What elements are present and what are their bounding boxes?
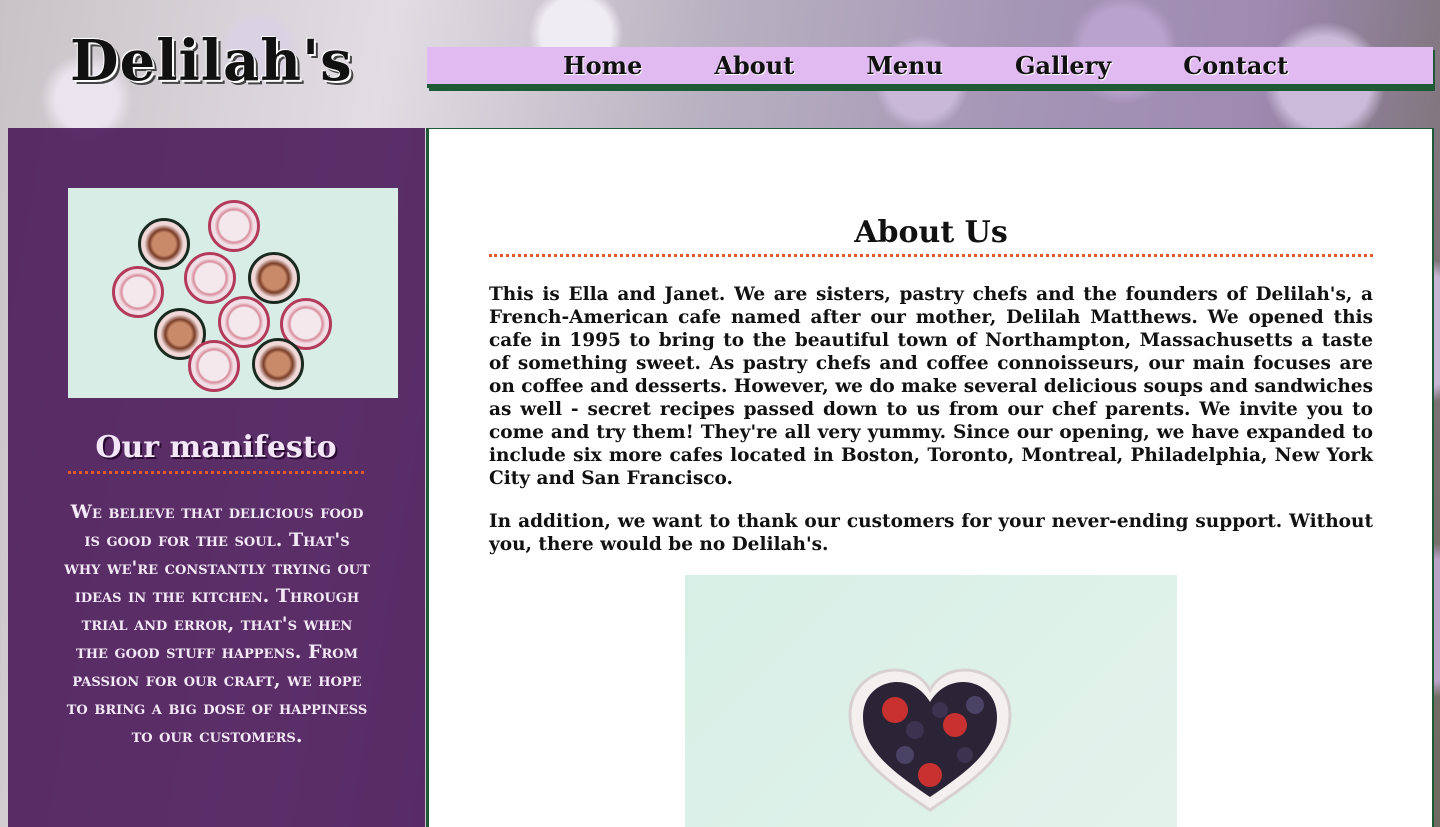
site-logo-title[interactable]: Delilah's — [70, 28, 353, 94]
berries-heart-photo — [685, 575, 1177, 827]
sidebar: Our manifesto We believe that delicious … — [8, 128, 425, 827]
nav-item-contact[interactable]: Contact — [1183, 51, 1288, 80]
heart-bowl-image — [848, 668, 1012, 812]
main-content: About Us This is Ella and Janet. We are … — [426, 128, 1434, 827]
about-paragraph-1: This is Ella and Janet. We are sisters, … — [489, 284, 1373, 489]
cupcakes-photo — [68, 188, 398, 398]
about-paragraph-2: In addition, we want to thank our custom… — [489, 511, 1373, 555]
manifesto-heading: Our manifesto — [68, 430, 364, 474]
nav-item-menu[interactable]: Menu — [866, 51, 943, 80]
page-title: About Us — [489, 215, 1373, 257]
nav-item-home[interactable]: Home — [563, 51, 642, 80]
manifesto-text: We believe that delicious food is good f… — [64, 501, 370, 747]
main-nav: Home About Menu Gallery Contact — [427, 47, 1433, 88]
nav-item-about[interactable]: About — [714, 51, 794, 80]
nav-item-gallery[interactable]: Gallery — [1015, 51, 1111, 80]
